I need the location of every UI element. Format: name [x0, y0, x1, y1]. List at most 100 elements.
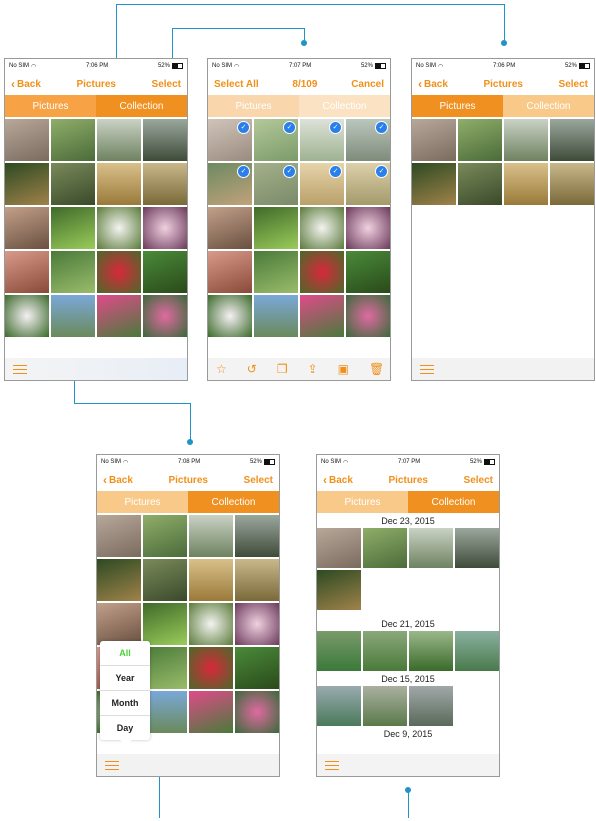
- photo-thumb[interactable]: [254, 295, 298, 337]
- select-button[interactable]: Select: [559, 79, 588, 90]
- photo-thumb[interactable]: [189, 691, 233, 733]
- photo-thumb[interactable]: [235, 515, 279, 557]
- tab-collection[interactable]: Collection: [96, 95, 187, 117]
- photo-thumb[interactable]: [97, 163, 141, 205]
- photo-thumb[interactable]: [143, 515, 187, 557]
- photo-thumb[interactable]: [363, 528, 407, 568]
- photo-thumb[interactable]: [189, 559, 233, 601]
- photo-thumb[interactable]: [409, 528, 453, 568]
- photo-thumb[interactable]: ✓: [254, 119, 298, 161]
- photo-thumb[interactable]: [235, 691, 279, 733]
- photo-thumb[interactable]: ✓: [346, 119, 390, 161]
- select-button[interactable]: Select: [244, 475, 273, 486]
- photo-thumb[interactable]: [317, 528, 361, 568]
- tab-pictures[interactable]: Pictures: [317, 491, 408, 513]
- tab-pictures[interactable]: Pictures: [412, 95, 503, 117]
- photo-thumb[interactable]: [5, 295, 49, 337]
- menu-item-day[interactable]: Day: [100, 716, 150, 740]
- tab-pictures[interactable]: Pictures: [5, 95, 96, 117]
- photo-thumb[interactable]: [235, 647, 279, 689]
- photo-thumb[interactable]: ✓: [254, 163, 298, 205]
- photo-thumb[interactable]: ✓: [208, 119, 252, 161]
- photo-thumb[interactable]: [143, 559, 187, 601]
- menu-item-all[interactable]: All: [100, 641, 150, 666]
- photo-thumb[interactable]: [5, 119, 49, 161]
- photo-thumb[interactable]: [550, 119, 594, 161]
- menu-item-year[interactable]: Year: [100, 666, 150, 691]
- menu-item-month[interactable]: Month: [100, 691, 150, 716]
- tab-collection[interactable]: Collection: [503, 95, 594, 117]
- select-button[interactable]: Select: [152, 79, 181, 90]
- photo-thumb[interactable]: [97, 559, 141, 601]
- photo-thumb[interactable]: [409, 686, 453, 726]
- photo-thumb[interactable]: [317, 686, 361, 726]
- photo-thumb[interactable]: ✓: [346, 163, 390, 205]
- tab-collection[interactable]: Collection: [408, 491, 499, 513]
- photo-thumb[interactable]: [458, 119, 502, 161]
- photo-thumb[interactable]: [97, 251, 141, 293]
- photo-thumb[interactable]: [97, 603, 141, 645]
- photo-thumb[interactable]: [97, 295, 141, 337]
- photo-thumb[interactable]: [143, 251, 187, 293]
- list-icon[interactable]: [420, 364, 434, 374]
- tab-pictures[interactable]: Pictures: [208, 95, 299, 117]
- photo-thumb[interactable]: [300, 295, 344, 337]
- photo-thumb[interactable]: [409, 631, 453, 671]
- photo-thumb[interactable]: [346, 251, 390, 293]
- photo-thumb[interactable]: ✓: [208, 163, 252, 205]
- photo-thumb[interactable]: [51, 119, 95, 161]
- photo-thumb[interactable]: [189, 647, 233, 689]
- photo-thumb[interactable]: [346, 207, 390, 249]
- photo-thumb[interactable]: [51, 207, 95, 249]
- photo-thumb[interactable]: [143, 207, 187, 249]
- photo-thumb[interactable]: [208, 207, 252, 249]
- photo-thumb[interactable]: [504, 119, 548, 161]
- photo-thumb[interactable]: [143, 295, 187, 337]
- photo-thumb[interactable]: [254, 251, 298, 293]
- photo-thumb[interactable]: [143, 603, 187, 645]
- tab-pictures[interactable]: Pictures: [97, 491, 188, 513]
- photo-thumb[interactable]: [143, 119, 187, 161]
- back-button[interactable]: ‹ Back: [323, 474, 353, 486]
- photo-thumb[interactable]: [455, 631, 499, 671]
- photo-thumb[interactable]: [208, 251, 252, 293]
- photo-thumb[interactable]: [455, 528, 499, 568]
- photo-thumb[interactable]: [363, 631, 407, 671]
- move-icon[interactable]: ▣: [338, 362, 349, 376]
- photo-thumb[interactable]: [189, 515, 233, 557]
- photo-thumb[interactable]: [97, 119, 141, 161]
- photo-thumb[interactable]: [317, 570, 361, 610]
- tab-collection[interactable]: Collection: [299, 95, 390, 117]
- photo-thumb[interactable]: [5, 251, 49, 293]
- photo-thumb[interactable]: [458, 163, 502, 205]
- photo-thumb[interactable]: [51, 295, 95, 337]
- photo-thumb[interactable]: [412, 119, 456, 161]
- list-icon[interactable]: [105, 760, 119, 770]
- photo-thumb[interactable]: [235, 603, 279, 645]
- photo-thumb[interactable]: [208, 295, 252, 337]
- photo-thumb[interactable]: [51, 163, 95, 205]
- photo-thumb[interactable]: [189, 603, 233, 645]
- photo-thumb[interactable]: [97, 515, 141, 557]
- photo-thumb[interactable]: [143, 163, 187, 205]
- share-icon[interactable]: ⇪: [308, 362, 318, 376]
- photo-thumb[interactable]: [5, 163, 49, 205]
- star-icon[interactable]: ☆: [216, 362, 227, 376]
- select-all-button[interactable]: Select All: [214, 79, 259, 90]
- photo-thumb[interactable]: [412, 163, 456, 205]
- photo-thumb[interactable]: [363, 686, 407, 726]
- cancel-button[interactable]: Cancel: [351, 79, 384, 90]
- copy-icon[interactable]: ❐: [277, 362, 288, 376]
- list-icon[interactable]: [325, 760, 339, 770]
- photo-thumb[interactable]: [550, 163, 594, 205]
- trash-icon[interactable]: 🗑: [369, 362, 384, 376]
- photo-thumb[interactable]: [346, 295, 390, 337]
- rotate-icon[interactable]: ↺: [247, 362, 257, 376]
- back-button[interactable]: ‹ Back: [418, 78, 448, 90]
- photo-thumb[interactable]: [300, 207, 344, 249]
- photo-thumb[interactable]: [254, 207, 298, 249]
- photo-thumb[interactable]: [300, 251, 344, 293]
- select-button[interactable]: Select: [464, 475, 493, 486]
- list-icon[interactable]: [13, 364, 27, 374]
- photo-thumb[interactable]: [504, 163, 548, 205]
